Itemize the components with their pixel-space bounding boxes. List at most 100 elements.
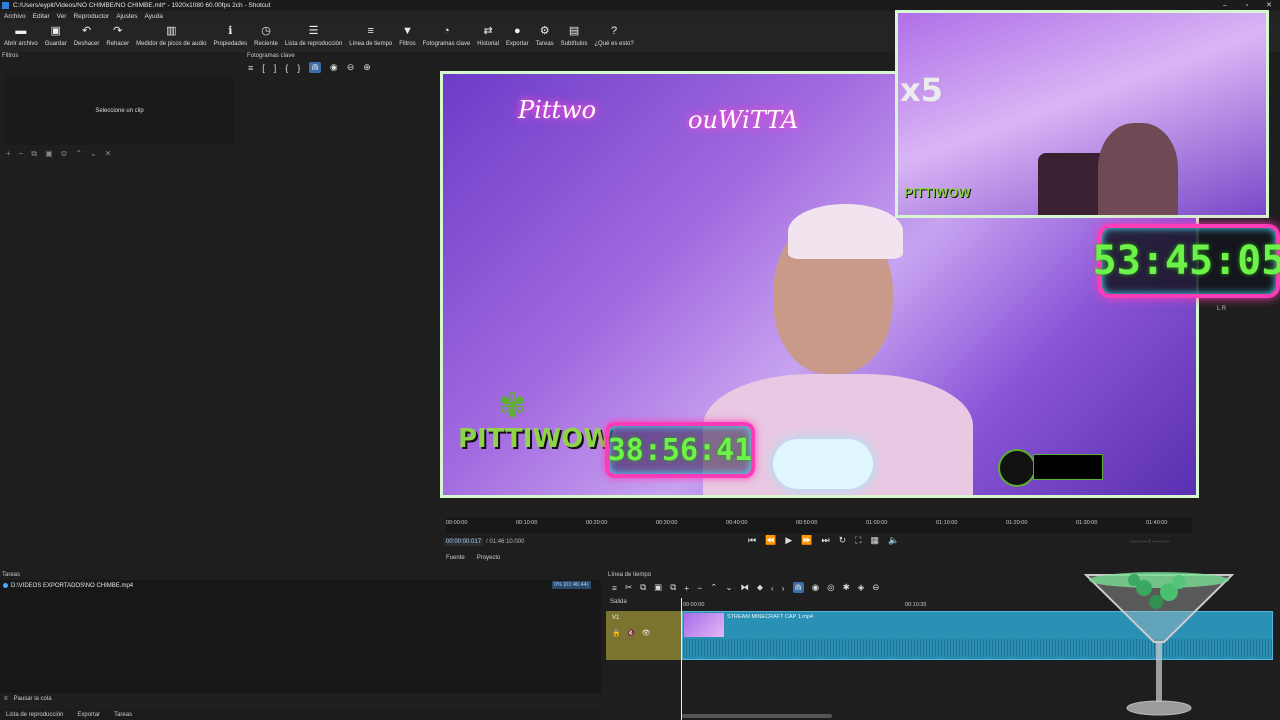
export-button[interactable]: ● Exportar <box>506 22 529 47</box>
stream-timer-text: 38:56:41 <box>607 432 753 468</box>
keyframes-menu-icon[interactable]: ≡ <box>248 63 253 73</box>
ripple-markers-icon[interactable]: ◈ <box>858 582 865 593</box>
menu-ver[interactable]: Ver <box>57 13 67 20</box>
filter-in-icon[interactable]: { <box>285 63 288 73</box>
keyframes-button[interactable]: ◔ Fotogramas clave <box>423 22 471 47</box>
copy-icon[interactable]: ⧉ <box>640 582 646 593</box>
history-button[interactable]: ⇄ Historial <box>477 22 499 47</box>
save-button[interactable]: ▣ Guardar <box>45 22 67 47</box>
menu-archivo[interactable]: Archivo <box>4 13 26 20</box>
ripple-all-icon[interactable]: ✱ <box>843 582 850 593</box>
filters-panel-title: Filtros <box>2 53 19 59</box>
open-file-button[interactable]: ▬ Abrir archivo <box>4 22 38 47</box>
mute-icon[interactable]: 🔇 <box>627 629 636 637</box>
save-icon: ▣ <box>50 25 61 37</box>
scrub-icon[interactable]: ◉ <box>330 62 338 73</box>
zoom-out-icon[interactable]: ⊖ <box>872 582 879 593</box>
tab-source[interactable]: Fuente <box>446 555 465 561</box>
ruler-tick: 01:20:00 <box>1006 520 1028 526</box>
append-icon[interactable]: ⧉ <box>670 582 676 593</box>
remove-filter-icon[interactable]: − <box>19 149 24 159</box>
set-in-icon[interactable]: [ <box>262 63 265 73</box>
tab-playlist[interactable]: Lista de reproducción <box>6 712 63 718</box>
job-row[interactable]: D:\VIDEOS EXPORTADOS\NO CHIMBE.mp4 0% (0… <box>0 580 601 591</box>
track-header-v1[interactable]: V1 🔒 🔇 👁 <box>606 611 682 660</box>
remove-icon[interactable]: − <box>697 583 702 593</box>
lock-icon[interactable]: 🔒 <box>612 629 621 637</box>
filter-out-icon[interactable]: } <box>297 63 300 73</box>
playlist-button[interactable]: ☰ Lista de reproducción <box>285 22 342 47</box>
window-title: C:/Users/eypit/Videos/NO CHIMBE/NO CHIMB… <box>13 2 271 9</box>
ripple-icon[interactable]: ◎ <box>827 582 834 593</box>
player-ruler[interactable]: 00:00:00 00:10:00 00:20:00 00:30:00 00:4… <box>446 517 1192 533</box>
skip-previous-icon[interactable]: ⏮ <box>748 535 756 546</box>
play-icon[interactable]: ▶ <box>785 535 792 546</box>
filters-toolbar: + − ⧉ ▣ ⊜ ⌃ ⌄ ✕ <box>6 149 111 159</box>
add-icon[interactable]: + <box>684 583 689 593</box>
move-up-icon[interactable]: ⌃ <box>75 149 82 159</box>
save-preset-icon[interactable]: ⊜ <box>61 149 68 159</box>
cut-icon[interactable]: ✂ <box>625 582 632 593</box>
whats-this-button[interactable]: ? ¿Qué es esto? <box>594 22 633 47</box>
timeline-menu-icon[interactable]: ≡ <box>612 583 617 593</box>
zoom-fit-icon[interactable]: ⛶ <box>855 535 861 546</box>
rewind-icon[interactable]: ⏪ <box>765 535 776 546</box>
menu-ajustes[interactable]: Ajustes <box>116 13 137 20</box>
jobs-menu-icon[interactable]: ≡ <box>0 696 8 702</box>
jobs-button[interactable]: ⚙ Tareas <box>536 22 554 47</box>
tab-export[interactable]: Exportar <box>77 712 100 718</box>
snap-icon[interactable]: ⋒ <box>792 582 804 593</box>
fast-forward-icon[interactable]: ⏩ <box>801 535 812 546</box>
lift-icon[interactable]: ⌃ <box>710 582 717 593</box>
scrub-icon[interactable]: ◉ <box>812 582 819 593</box>
menu-reproductor[interactable]: Reproductor <box>73 13 109 20</box>
subtitles-button[interactable]: ▤ Subtítulos <box>561 22 588 47</box>
overwrite-icon[interactable]: ⌄ <box>725 582 732 593</box>
deselect-icon[interactable]: ✕ <box>105 149 112 159</box>
bottom-tabs: Lista de reproducción Exportar Tareas <box>0 709 601 720</box>
set-out-icon[interactable]: ] <box>274 63 277 73</box>
timeline-button[interactable]: ≡ Línea de tiempo <box>349 22 392 47</box>
copy-filter-icon[interactable]: ⧉ <box>31 149 37 159</box>
current-time-field[interactable]: 00:00:00.017 <box>444 538 484 546</box>
keyframes-icon: ◔ <box>443 25 450 37</box>
properties-button[interactable]: ℹ Propiedades <box>213 22 247 47</box>
filters-button[interactable]: ▼ Filtros <box>399 22 415 47</box>
pause-queue-button[interactable]: Pausar la cola <box>14 696 52 702</box>
paste-icon[interactable]: ▣ <box>654 582 662 593</box>
move-down-icon[interactable]: ⌄ <box>90 149 97 159</box>
timeline-scrollbar[interactable] <box>682 714 832 718</box>
undo-button[interactable]: ↶ Deshacer <box>74 22 100 47</box>
prev-marker-icon[interactable]: ‹ <box>771 583 774 593</box>
ruler-tick: 01:30:00 <box>1076 520 1098 526</box>
redo-button[interactable]: ↷ Rehacer <box>106 22 129 47</box>
grid-icon[interactable]: ▦ <box>870 535 879 546</box>
skip-next-icon[interactable]: ⏭ <box>821 535 829 546</box>
tab-jobs[interactable]: Tareas <box>114 712 132 718</box>
volume-icon[interactable]: 🔈 <box>888 535 899 546</box>
ruler-tick: 00:00:00 <box>446 520 468 526</box>
next-marker-icon[interactable]: › <box>782 583 785 593</box>
zoom-out-icon[interactable]: ⊖ <box>347 62 355 73</box>
snap-icon[interactable]: ⋒ <box>309 62 321 73</box>
in-out-fields[interactable]: --:--:--:-- / --:--:--:-- <box>1130 539 1169 545</box>
loop-icon[interactable]: ↻ <box>839 535 847 546</box>
audio-meter-button[interactable]: ▥ Medidor de picos de audio <box>136 22 206 47</box>
big-timer-overlay: 53:45:05 <box>1093 224 1280 298</box>
add-filter-icon[interactable]: + <box>6 149 11 159</box>
eye-icon[interactable]: 👁 <box>641 629 650 637</box>
split-icon[interactable]: ⧓ <box>740 582 749 593</box>
menu-ayuda[interactable]: Ayuda <box>145 13 163 20</box>
recent-button[interactable]: ◷ Reciente <box>254 22 278 47</box>
paste-filter-icon[interactable]: ▣ <box>45 149 53 159</box>
menu-editar[interactable]: Editar <box>33 13 50 20</box>
zoom-in-icon[interactable]: ⊕ <box>363 62 371 73</box>
marker-icon[interactable]: ⬥ <box>757 582 763 593</box>
playlist-icon: ☰ <box>308 25 319 37</box>
transport-controls: ⏮ ⏪ ▶ ⏩ ⏭ ↻ ⛶ ▦ 🔈 <box>748 535 899 546</box>
playhead[interactable] <box>681 598 682 720</box>
tab-project[interactable]: Proyecto <box>477 555 501 561</box>
app-icon <box>2 2 9 9</box>
ruler-tick: 01:10:00 <box>936 520 958 526</box>
brand-logo-small: PITTIWOW <box>904 185 971 200</box>
